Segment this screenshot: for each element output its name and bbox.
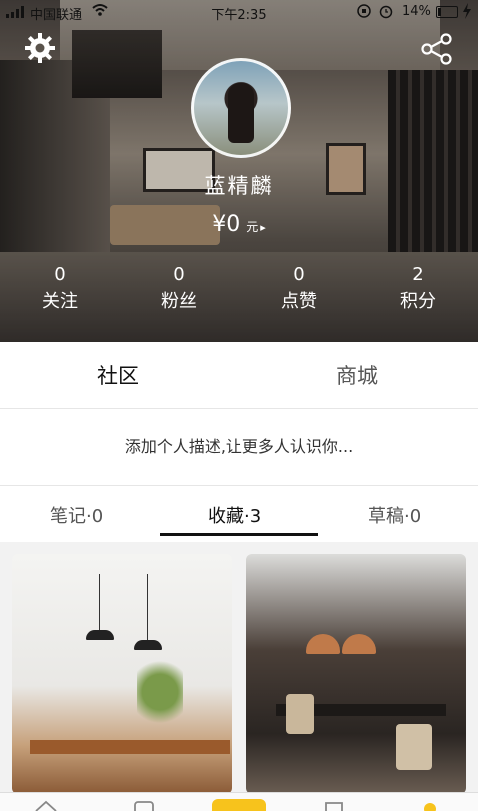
stat-label: 关注 bbox=[42, 291, 78, 312]
tab-drafts[interactable]: 草稿·0 bbox=[368, 502, 421, 528]
balance[interactable]: ¥0 元 ▸ bbox=[0, 212, 478, 237]
discover-icon[interactable] bbox=[132, 799, 156, 811]
status-bar: 中国联通 下午2:35 14% bbox=[0, 0, 478, 24]
dining-table bbox=[30, 740, 230, 754]
pendant-cord bbox=[99, 574, 100, 630]
stat-likes[interactable]: 0 点赞 bbox=[259, 264, 339, 313]
pendant-lamp bbox=[134, 640, 162, 650]
pendant-lamp bbox=[342, 634, 376, 654]
active-tab-indicator bbox=[160, 533, 318, 536]
favorite-card[interactable] bbox=[12, 554, 232, 794]
home-icon[interactable] bbox=[34, 799, 58, 811]
chevron-right-icon: ▸ bbox=[260, 221, 266, 234]
stat-label: 积分 bbox=[400, 291, 436, 312]
stat-followers[interactable]: 0 粉丝 bbox=[139, 264, 219, 313]
tab-mall[interactable]: 商城 bbox=[336, 360, 378, 390]
stat-following[interactable]: 0 关注 bbox=[20, 264, 100, 313]
stat-label: 粉丝 bbox=[161, 291, 197, 312]
stat-label: 点赞 bbox=[281, 291, 317, 312]
share-icon[interactable] bbox=[420, 32, 454, 66]
main-tabs: 社区 商城 bbox=[0, 342, 478, 409]
balance-unit: 元 bbox=[246, 220, 259, 234]
gear-icon[interactable] bbox=[24, 32, 56, 64]
stat-value: 0 bbox=[173, 264, 185, 285]
pendant-cord bbox=[147, 574, 148, 640]
add-description-prompt[interactable]: 添加个人描述,让更多人认识你... bbox=[0, 409, 478, 486]
tab-favorites[interactable]: 收藏·3 bbox=[208, 502, 261, 528]
pendant-lamp bbox=[86, 630, 114, 640]
favorite-card[interactable] bbox=[246, 554, 466, 794]
battery-level bbox=[438, 8, 441, 16]
username: 蓝精麟 bbox=[204, 174, 274, 198]
chair bbox=[396, 724, 432, 770]
pendant-lamp bbox=[306, 634, 340, 654]
battery-percent: 14% bbox=[402, 4, 431, 19]
stat-points[interactable]: 2 积分 bbox=[378, 264, 458, 313]
alarm-icon bbox=[379, 5, 393, 19]
tab-notes[interactable]: 笔记·0 bbox=[50, 502, 103, 528]
avatar-photo bbox=[228, 83, 254, 143]
balance-amount: ¥0 bbox=[212, 212, 241, 237]
tab-community[interactable]: 社区 bbox=[97, 360, 139, 390]
profile-icon[interactable] bbox=[418, 799, 442, 811]
charging-icon bbox=[463, 3, 471, 19]
stats-row: 0 关注 0 粉丝 0 点赞 2 积分 bbox=[0, 264, 478, 314]
chair bbox=[286, 694, 314, 734]
bottom-nav bbox=[0, 792, 478, 811]
stat-value: 0 bbox=[54, 264, 66, 285]
plant bbox=[137, 654, 183, 730]
battery-icon bbox=[436, 6, 458, 18]
avatar[interactable] bbox=[191, 58, 291, 158]
stat-value: 0 bbox=[293, 264, 305, 285]
stat-value: 2 bbox=[412, 264, 424, 285]
favorites-grid bbox=[0, 542, 478, 794]
publish-button[interactable] bbox=[212, 799, 266, 811]
rotation-lock-icon bbox=[357, 4, 371, 18]
message-icon[interactable] bbox=[322, 799, 346, 811]
